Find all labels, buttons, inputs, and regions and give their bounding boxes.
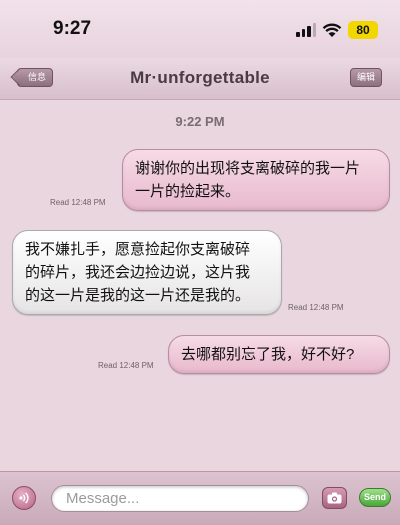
message-list: 9:22 PM 谢谢你的出现将支离破碎的我一片 一片的捡起来。 Read 12:… [0, 100, 400, 471]
message-input[interactable] [51, 485, 309, 512]
battery-indicator: 80 [348, 21, 378, 39]
signal-icon [296, 23, 316, 37]
message-line: 的这一片是我的这一片还是我的。 [25, 287, 251, 304]
message-line: 去哪都别忘了我，好不好? [181, 346, 355, 363]
read-receipt: Read 12:48 PM [98, 361, 154, 370]
message-line: 一片的捡起来。 [135, 183, 241, 200]
edit-button[interactable]: 编辑 [349, 68, 382, 87]
conversation-timestamp: 9:22 PM [175, 114, 225, 129]
input-bar: Send [0, 471, 400, 525]
message-line: 的碎片，我还会边捡边说，这片我 [25, 264, 251, 281]
nav-bar: 信息 Mr·unforgettable 编辑 [0, 58, 400, 100]
camera-button[interactable] [322, 487, 347, 509]
message-bubble-sent[interactable]: 去哪都别忘了我，好不好? [168, 335, 390, 374]
conversation-title: Mr·unforgettable [130, 68, 270, 87]
audio-button[interactable] [12, 486, 36, 510]
message-line: 谢谢你的出现将支离破碎的我一片 [135, 160, 361, 177]
wifi-icon [322, 23, 342, 37]
status-bar: 9:27 80 [0, 0, 400, 58]
send-button[interactable]: Send [359, 488, 391, 507]
read-receipt: Read 12:48 PM [50, 198, 106, 207]
message-bubble-sent[interactable]: 谢谢你的出现将支离破碎的我一片 一片的捡起来。 [122, 149, 390, 211]
read-receipt: Read 12:48 PM [288, 303, 344, 312]
message-bubble-received[interactable]: 我不嫌扎手，愿意捡起你支离破碎 的碎片，我还会边捡边说，这片我 的这一片是我的这… [12, 230, 282, 315]
status-time: 9:27 [53, 18, 92, 39]
audio-icon [19, 492, 29, 504]
status-icons: 80 [296, 20, 378, 40]
camera-icon [327, 492, 342, 504]
message-line: 我不嫌扎手，愿意捡起你支离破碎 [25, 241, 251, 258]
